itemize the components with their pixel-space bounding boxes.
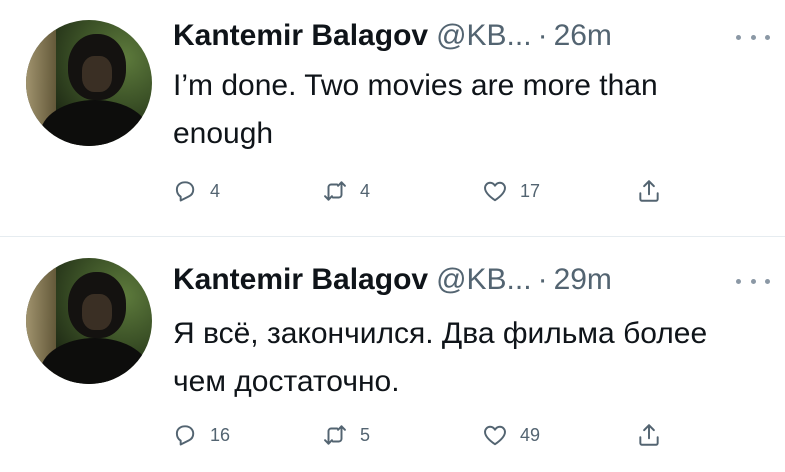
share-icon (636, 422, 662, 448)
retweet-count: 5 (360, 424, 371, 445)
like-count: 49 (520, 424, 541, 445)
share-icon (636, 178, 662, 204)
action-bar: 16 5 49 (172, 422, 672, 452)
author-name[interactable]: Kantemir Balagov (173, 19, 428, 53)
retweet-count: 4 (360, 180, 371, 201)
more-dot (736, 34, 741, 40)
reply-button[interactable]: 4 (172, 178, 220, 204)
avatar[interactable] (26, 258, 152, 384)
author-handle[interactable]: @KB... (436, 263, 531, 297)
timestamp[interactable]: 26m (554, 19, 612, 53)
heart-icon (482, 422, 508, 448)
more-dot (765, 278, 770, 284)
like-button[interactable]: 49 (482, 422, 540, 448)
like-button[interactable]: 17 (482, 178, 540, 204)
more-icon[interactable] (736, 274, 770, 288)
tweet[interactable]: Kantemir Balagov @KB... · 26m I’m done. … (0, 0, 785, 236)
separator-dot: · (537, 19, 548, 52)
author-handle[interactable]: @KB... (436, 19, 531, 53)
retweet-icon (322, 178, 348, 204)
more-icon[interactable] (736, 30, 770, 44)
avatar-shoulders (40, 100, 150, 146)
timestamp[interactable]: 29m (554, 263, 612, 297)
share-button[interactable] (636, 422, 662, 448)
more-dot (765, 34, 770, 40)
retweet-icon (322, 422, 348, 448)
retweet-button[interactable]: 4 (322, 178, 370, 204)
reply-count: 4 (210, 180, 221, 201)
avatar-face (82, 56, 112, 92)
separator-dot: · (537, 263, 548, 296)
action-bar: 4 4 17 (172, 178, 672, 208)
reply-button[interactable]: 16 (172, 422, 230, 448)
reply-count: 16 (210, 424, 231, 445)
avatar[interactable] (26, 20, 152, 146)
reply-icon (172, 178, 198, 204)
more-dot (736, 278, 741, 284)
tweet-header: Kantemir Balagov @KB... · 26m (173, 18, 612, 54)
reply-icon (172, 422, 198, 448)
avatar-face (82, 294, 112, 330)
heart-icon (482, 178, 508, 204)
tweet-header: Kantemir Balagov @KB... · 29m (173, 262, 612, 298)
tweet-text: I’m done. Two movies are more than enoug… (173, 69, 658, 150)
share-button[interactable] (636, 178, 662, 204)
tweet-text: Я всё, закончился. Два фильма более чем … (173, 317, 708, 398)
author-name[interactable]: Kantemir Balagov (173, 263, 428, 297)
retweet-button[interactable]: 5 (322, 422, 370, 448)
tweet[interactable]: Kantemir Balagov @KB... · 29m Я всё, зак… (0, 236, 785, 472)
more-dot (750, 34, 756, 40)
avatar-shoulders (40, 338, 150, 384)
more-dot (750, 278, 756, 284)
like-count: 17 (520, 180, 541, 201)
